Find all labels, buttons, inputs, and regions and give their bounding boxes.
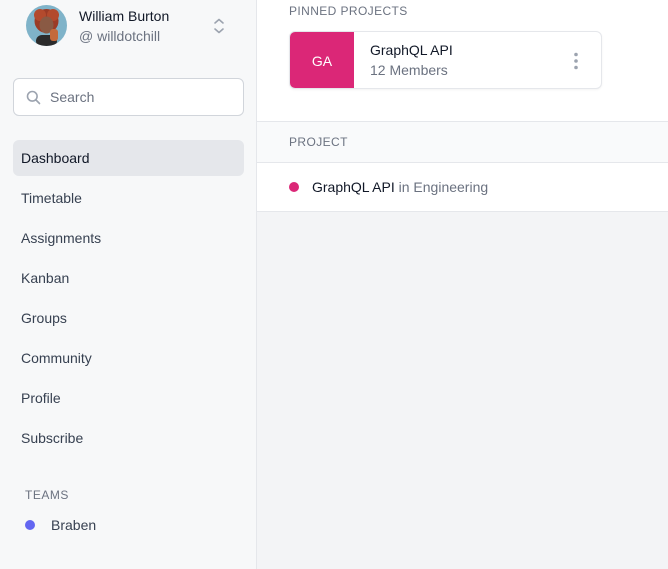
more-vertical-icon[interactable] <box>567 51 585 71</box>
app-window: William Burton @ willdotchill Dashboard … <box>0 0 668 569</box>
teams-heading: TEAMS <box>25 488 69 502</box>
table-row[interactable]: GraphQL API in Engineering <box>257 163 668 212</box>
sidebar-item-community[interactable]: Community <box>13 340 244 376</box>
project-initials-badge: GA <box>290 32 354 88</box>
project-color-dot <box>289 182 299 192</box>
chevron-up-down-icon <box>212 17 226 35</box>
column-header-project: PROJECT <box>289 135 348 149</box>
search-icon <box>26 90 41 105</box>
sidebar-item-profile[interactable]: Profile <box>13 380 244 416</box>
project-team: in Engineering <box>398 179 489 195</box>
sidebar-nav: Dashboard Timetable Assignments Kanban G… <box>13 140 244 460</box>
user-account-switcher[interactable]: William Burton @ willdotchill <box>26 5 236 47</box>
search-input[interactable] <box>50 79 240 115</box>
sidebar-item-groups[interactable]: Groups <box>13 300 244 336</box>
user-name: William Burton <box>79 8 170 24</box>
user-handle: @ willdotchill <box>79 28 161 44</box>
team-color-dot <box>25 520 35 530</box>
team-label: Braben <box>51 517 97 533</box>
pinned-project-members: 12 Members <box>370 62 448 78</box>
pinned-project-card[interactable]: GA GraphQL API 12 Members <box>289 31 602 89</box>
sidebar: William Burton @ willdotchill Dashboard … <box>0 0 257 569</box>
pinned-project-name[interactable]: GraphQL API <box>370 42 453 58</box>
sidebar-item-timetable[interactable]: Timetable <box>13 180 244 216</box>
pinned-projects-heading: PINNED PROJECTS <box>289 4 408 18</box>
team-item-braben[interactable]: Braben <box>25 515 225 535</box>
projects-table-header: PROJECT <box>257 121 668 163</box>
sidebar-item-assignments[interactable]: Assignments <box>13 220 244 256</box>
sidebar-item-kanban[interactable]: Kanban <box>13 260 244 296</box>
sidebar-item-dashboard[interactable]: Dashboard <box>13 140 244 176</box>
search-box <box>13 78 244 116</box>
sidebar-item-subscribe[interactable]: Subscribe <box>13 420 244 456</box>
project-name-link[interactable]: GraphQL API <box>312 179 395 195</box>
empty-area <box>257 212 668 569</box>
avatar <box>26 5 67 46</box>
project-row-text: GraphQL API in Engineering <box>312 179 488 195</box>
main-content: PINNED PROJECTS GA GraphQL API 12 Member… <box>257 0 668 569</box>
